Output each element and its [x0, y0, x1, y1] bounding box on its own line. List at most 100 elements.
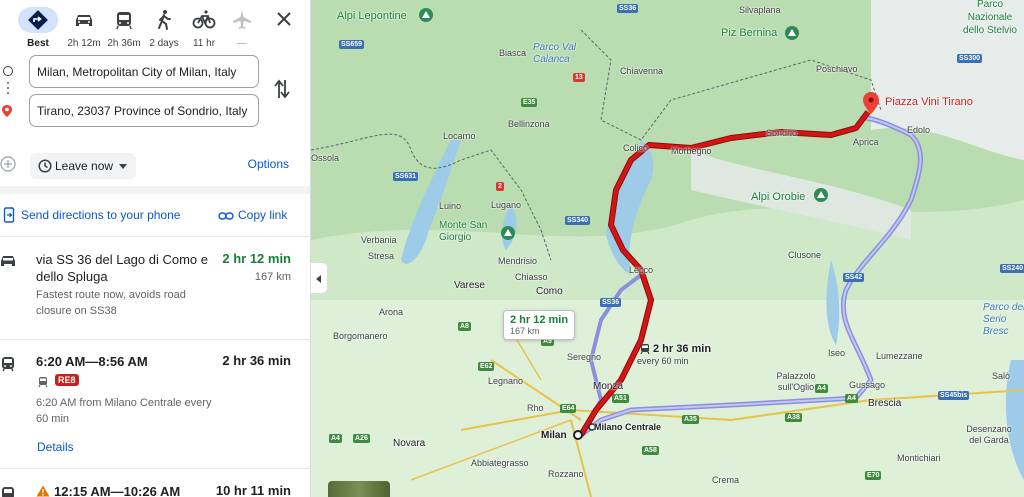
route-duration: 2 hr 36 min	[222, 353, 291, 368]
place-label: Lecco	[629, 265, 654, 275]
line-badge: RE8	[55, 374, 79, 386]
place-label: Iseo	[828, 348, 846, 358]
road-shield: SS340	[565, 216, 591, 225]
place-label: Arona	[379, 307, 404, 317]
mode-bicycle[interactable]: 11 hr	[184, 5, 224, 51]
place-label: Poschiavo	[816, 64, 858, 74]
route-distance: 167 km	[254, 271, 291, 283]
destination-input[interactable]: Tirano, 23037 Province of Sondrio, Italy	[29, 94, 259, 127]
close-directions-button[interactable]	[272, 7, 296, 31]
flight-icon	[222, 7, 262, 33]
destination-label: Piazza Vini Tirano	[885, 96, 973, 108]
travel-mode-bar: Best 2h 12m 2h 36m 2 days 11 hr —	[18, 5, 302, 51]
road-shield: A4	[329, 434, 342, 443]
destination-pin-icon	[1, 104, 13, 123]
place-label: Mendrisio	[498, 256, 538, 266]
place-label: Luino	[439, 201, 462, 211]
mode-best[interactable]: Best	[18, 5, 58, 51]
route-option-drive[interactable]: via SS 36 del Lago di Como e dello Splug…	[0, 251, 310, 339]
route-duration: 2 hr 12 min	[222, 251, 291, 266]
place-label: Sondrio	[766, 128, 798, 138]
place-label: Rozzano	[548, 469, 584, 479]
divider	[0, 468, 310, 469]
route-description: 6:20 AM from Milano Centrale every 60 mi…	[36, 397, 212, 425]
place-label: Alpi Lepontine	[337, 10, 407, 22]
place-label: Novara	[393, 438, 426, 449]
mode-label: Best	[27, 38, 49, 49]
place-label: Bellinzona	[508, 119, 550, 129]
route-option-transit[interactable]: 6:20 AM—8:56 AM 2 hr 36 min RE8 6:20 AM …	[0, 353, 310, 465]
place-label: Gussago	[849, 380, 886, 390]
clock-icon	[38, 159, 52, 173]
place-label: Lugano	[491, 200, 522, 210]
place-label: Legnano	[488, 376, 524, 386]
route-name: 6:20 AM—8:56 AM	[36, 354, 148, 369]
place-label: Varese	[454, 280, 485, 291]
copy-link-button[interactable]: Copy link	[238, 208, 287, 222]
mode-label: 2h 12m	[67, 38, 101, 49]
send-directions-link[interactable]: Send directions to your phone	[21, 208, 180, 222]
route-option-transit-alt[interactable]: 12:15 AM—10:26 AM 10 hr 11 min	[0, 483, 310, 497]
place-label: Borgomanero	[333, 331, 388, 341]
origin-input[interactable]: Milan, Metropolitan City of Milan, Italy	[29, 55, 259, 88]
route-duration-callout[interactable]: 2 hr 12 min 167 km	[503, 310, 576, 340]
place-label: Aprica	[853, 137, 879, 147]
place-label: Seregno	[567, 352, 602, 362]
road-shield: SS659	[339, 40, 365, 49]
road-shield: E35	[521, 98, 538, 107]
directions-diamond-icon	[18, 7, 58, 33]
route-name: 12:15 AM—10:26 AM	[54, 484, 181, 497]
train-icon	[0, 356, 16, 377]
place-label: Monza	[593, 381, 624, 392]
route-name: via SS 36 del Lago di Como e dello Splug…	[36, 252, 208, 284]
park-icon	[785, 26, 799, 40]
layers-thumbnail[interactable]	[328, 481, 390, 497]
road-shield: 2	[496, 182, 504, 191]
train-icon	[0, 486, 16, 497]
road-shield: A4	[815, 384, 828, 393]
transit-icon	[104, 7, 144, 33]
alt-route-duration[interactable]: 2 hr 36 min	[653, 343, 711, 355]
warning-icon	[36, 484, 50, 497]
place-label: Abbiategrasso	[471, 458, 529, 468]
alt-route-frequency: every 60 min	[637, 356, 689, 366]
swap-directions-button[interactable]	[272, 78, 292, 105]
road-shield: SS42	[843, 273, 865, 282]
mode-walk[interactable]: 2 days	[144, 5, 184, 51]
road-shield: SS300	[957, 54, 983, 63]
place-label: Clusone	[788, 250, 822, 260]
details-link[interactable]: Details	[37, 440, 74, 454]
collapse-panel-button[interactable]	[311, 262, 328, 294]
options-button[interactable]: Options	[248, 157, 289, 171]
divider	[0, 236, 310, 237]
leave-now-label: Leave now	[55, 159, 114, 173]
road-shield: A38	[785, 413, 802, 422]
origin-label: Milan	[541, 430, 567, 441]
road-shield: A4	[845, 394, 858, 403]
bicycle-icon	[184, 7, 224, 33]
origin-marker-icon	[3, 66, 13, 76]
place-label: Salò	[992, 371, 1011, 381]
place-label: Montichiari	[897, 453, 941, 463]
road-shield: E70	[865, 471, 882, 480]
mode-flight[interactable]: —	[222, 5, 262, 51]
place-label: Colico	[623, 143, 649, 153]
place-label: Verbania	[361, 235, 397, 245]
place-label: Parco Val Calanca	[533, 42, 576, 65]
car-icon	[0, 254, 16, 273]
leave-now-dropdown[interactable]: Leave now	[30, 153, 136, 179]
map-canvas[interactable]: Alpi Lepontine Piz Bernina Parco Naziona…	[311, 0, 1024, 497]
road-shield: SS36	[617, 4, 639, 13]
place-label: Chiavenna	[620, 66, 664, 76]
train-icon	[37, 375, 49, 393]
add-stop-button[interactable]	[0, 156, 16, 177]
mode-transit[interactable]: 2h 36m	[104, 5, 144, 51]
mode-label: 2h 36m	[107, 38, 141, 49]
route-dots-icon	[7, 82, 9, 94]
mode-label: 11 hr	[192, 38, 216, 49]
map-base	[311, 0, 1024, 497]
mode-drive[interactable]: 2h 12m	[64, 5, 104, 51]
place-label: Brescia	[868, 398, 902, 409]
place-label: Biasca	[499, 48, 527, 58]
place-label: Morbegno	[671, 146, 712, 156]
